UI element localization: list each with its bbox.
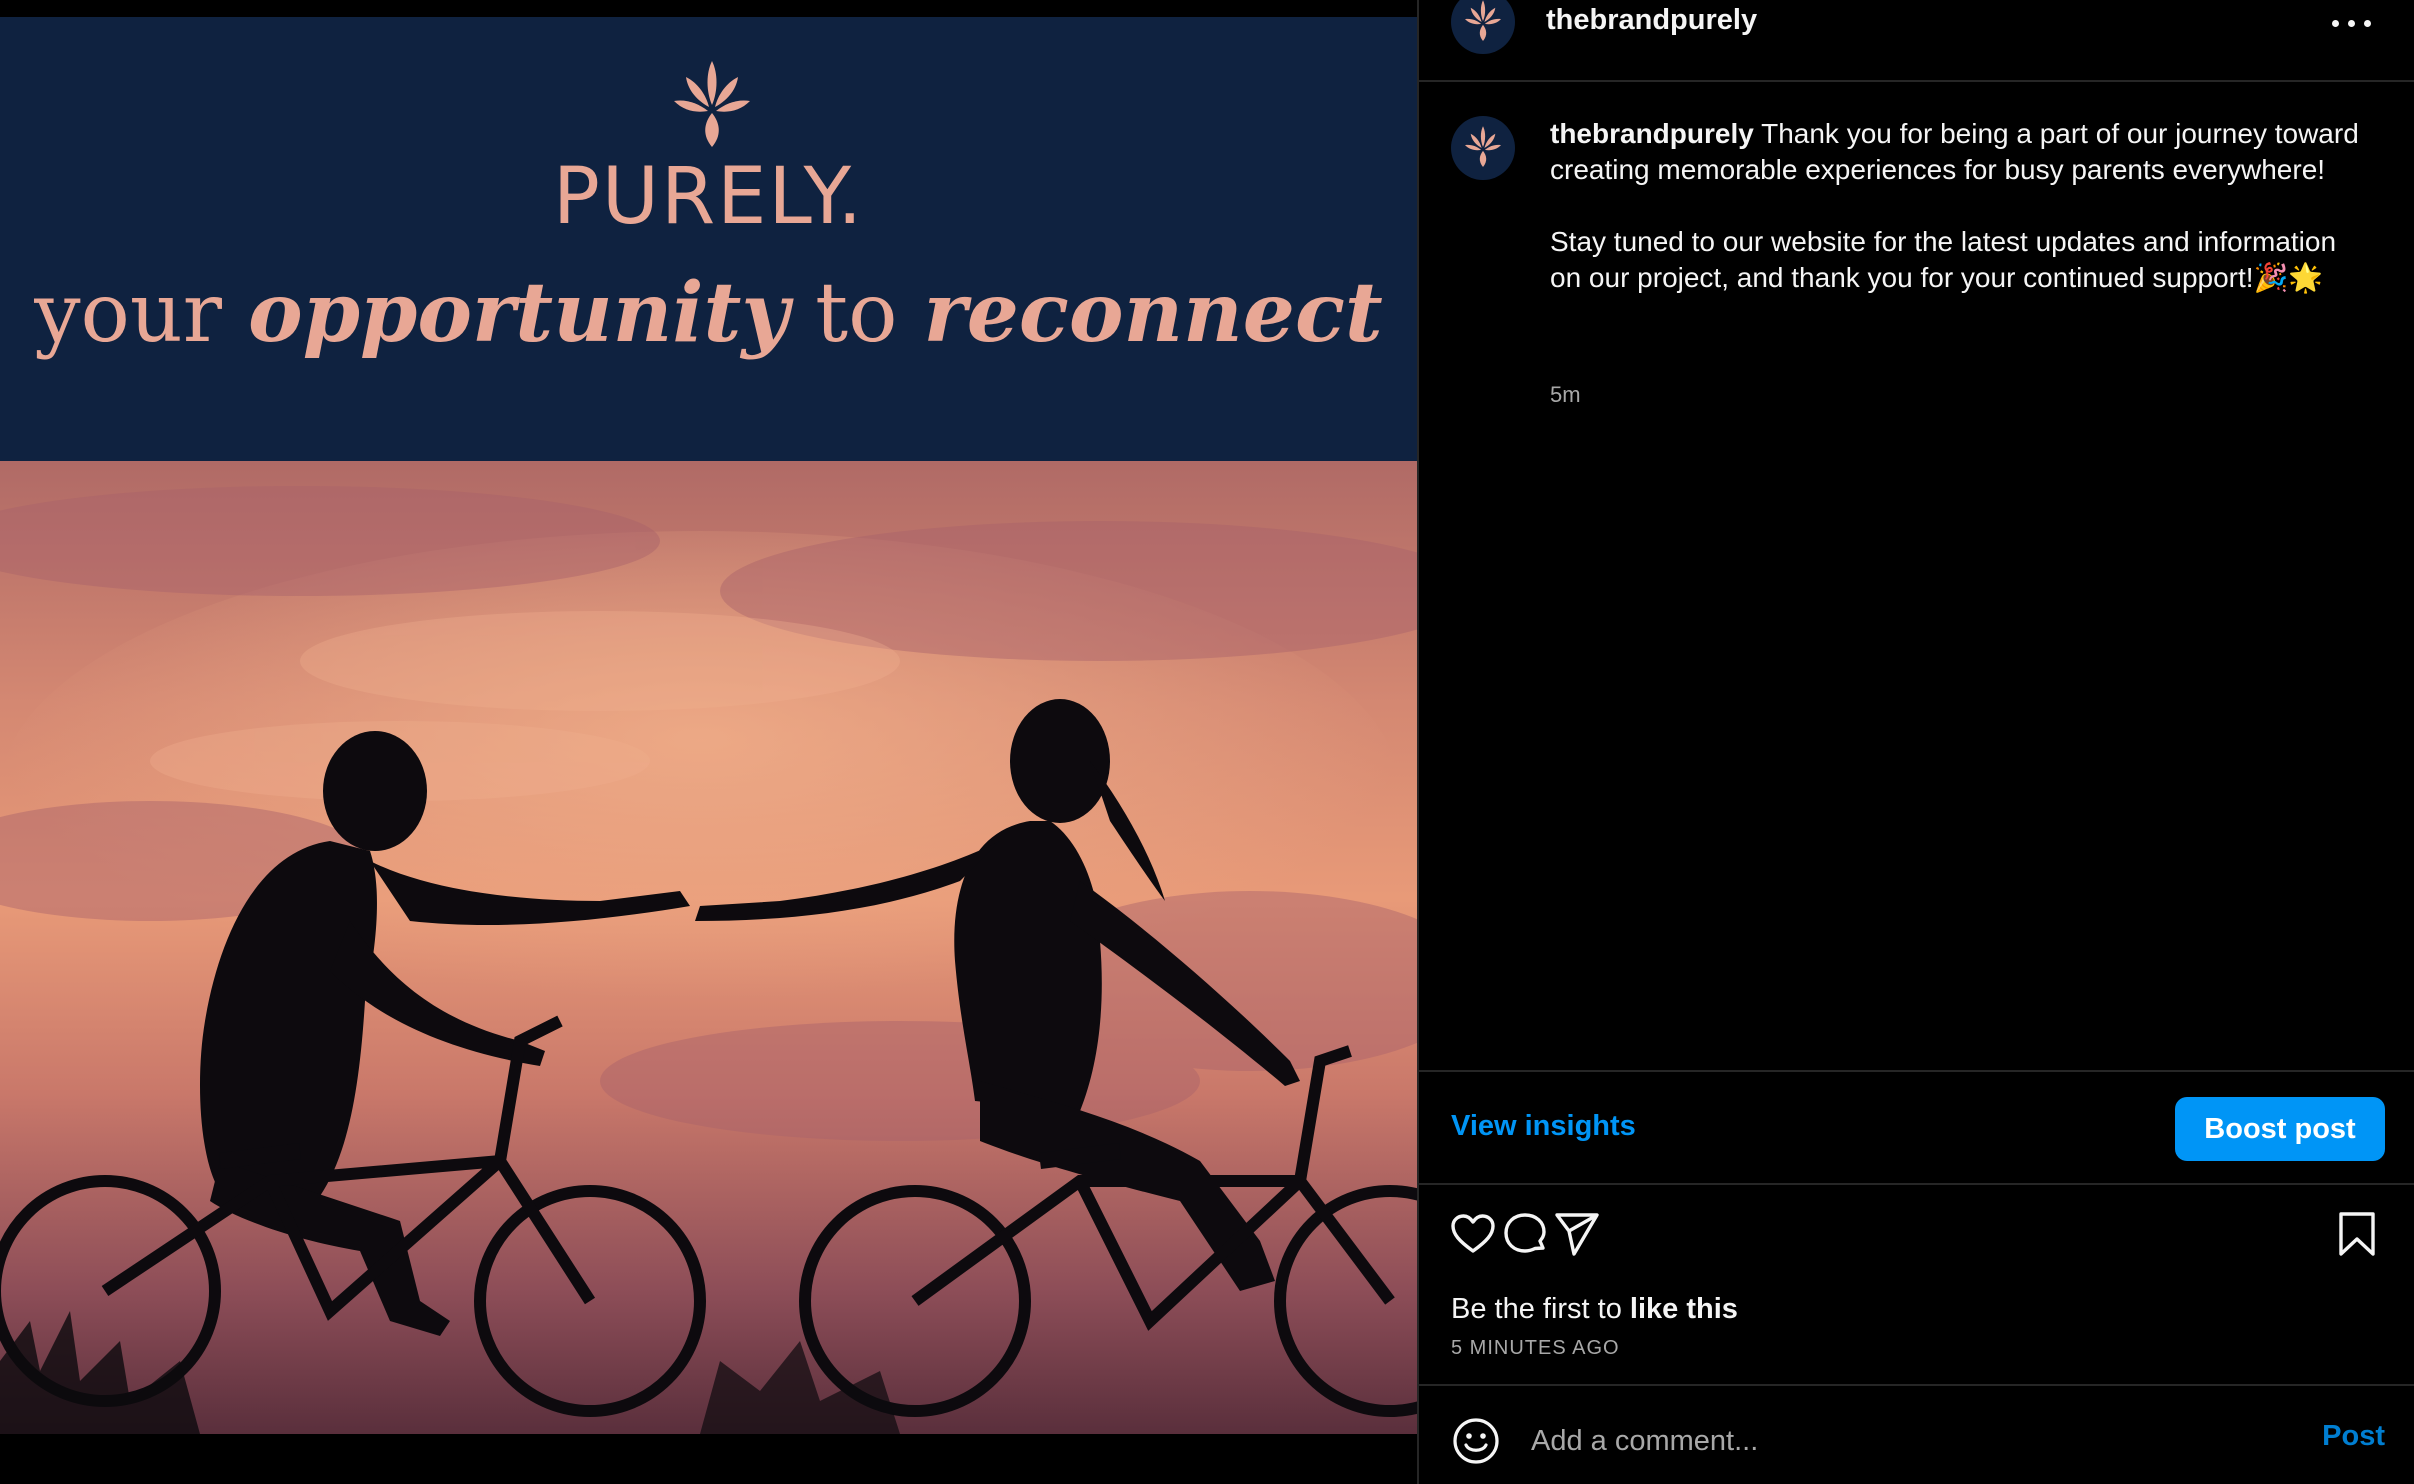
heart-icon[interactable] xyxy=(1449,1210,1497,1258)
dot xyxy=(2348,20,2355,27)
dot xyxy=(2332,20,2339,27)
header-username[interactable]: thebrandpurely xyxy=(1546,4,1757,37)
dot xyxy=(2364,20,2371,27)
media-bottom-strip xyxy=(0,1434,1417,1484)
like-this-link[interactable]: like this xyxy=(1630,1293,1738,1325)
post-media[interactable]: PURELY. your opportunity to reconnect xyxy=(0,0,1417,1484)
lotus-logo-icon xyxy=(1465,126,1501,167)
caption-username[interactable]: thebrandpurely xyxy=(1550,118,1754,149)
insights-bar: View insights Boost post xyxy=(1419,1070,2414,1185)
tagline: your opportunity to reconnect xyxy=(0,265,1417,361)
post-actions: Be the first to like this 5 MINUTES AGO xyxy=(1419,1185,2414,1385)
comment-bar: Post xyxy=(1419,1384,2414,1484)
media-top-strip xyxy=(0,0,1417,17)
caption-timestamp: 5m xyxy=(1550,382,1581,407)
post-header: thebrandpurely xyxy=(1419,0,2414,82)
tagline-word: opportunity xyxy=(248,265,790,361)
caption-text: thebrandpurely Thank you for being a par… xyxy=(1550,116,2370,296)
avatar[interactable] xyxy=(1451,116,1515,180)
lotus-logo-icon xyxy=(1465,0,1501,41)
comment-icon[interactable] xyxy=(1501,1210,1549,1258)
more-options-icon[interactable] xyxy=(2328,2,2376,42)
brand-name-text: PURELY. xyxy=(552,152,865,242)
lotus-logo-icon xyxy=(674,61,750,147)
avatar[interactable] xyxy=(1451,0,1515,54)
tagline-word: to xyxy=(815,266,898,361)
comment-input[interactable] xyxy=(1531,1412,2231,1470)
share-icon[interactable] xyxy=(1553,1210,1601,1258)
post-comment-button[interactable]: Post xyxy=(2322,1420,2385,1453)
boost-post-button[interactable]: Boost post xyxy=(2175,1097,2385,1161)
couple-cycling-sunset-photo xyxy=(0,461,1417,1434)
view-insights-link[interactable]: View insights xyxy=(1451,1110,1636,1143)
post-age: 5 MINUTES AGO xyxy=(1451,1337,1620,1359)
tagline-word: reconnect xyxy=(923,265,1383,361)
bookmark-icon[interactable] xyxy=(2333,1210,2381,1258)
brand-banner: PURELY. your opportunity to reconnect xyxy=(0,17,1417,461)
post-details-panel: thebrandpurely thebrandpurely Thank you … xyxy=(1419,0,2414,1484)
tagline-word: your xyxy=(34,266,222,361)
likes-prefix: Be the first to xyxy=(1451,1293,1630,1325)
emoji-icon[interactable] xyxy=(1451,1416,1501,1466)
likes-summary: Be the first to like this xyxy=(1451,1293,1738,1326)
caption-paragraph: Stay tuned to our website for the latest… xyxy=(1550,226,2337,293)
